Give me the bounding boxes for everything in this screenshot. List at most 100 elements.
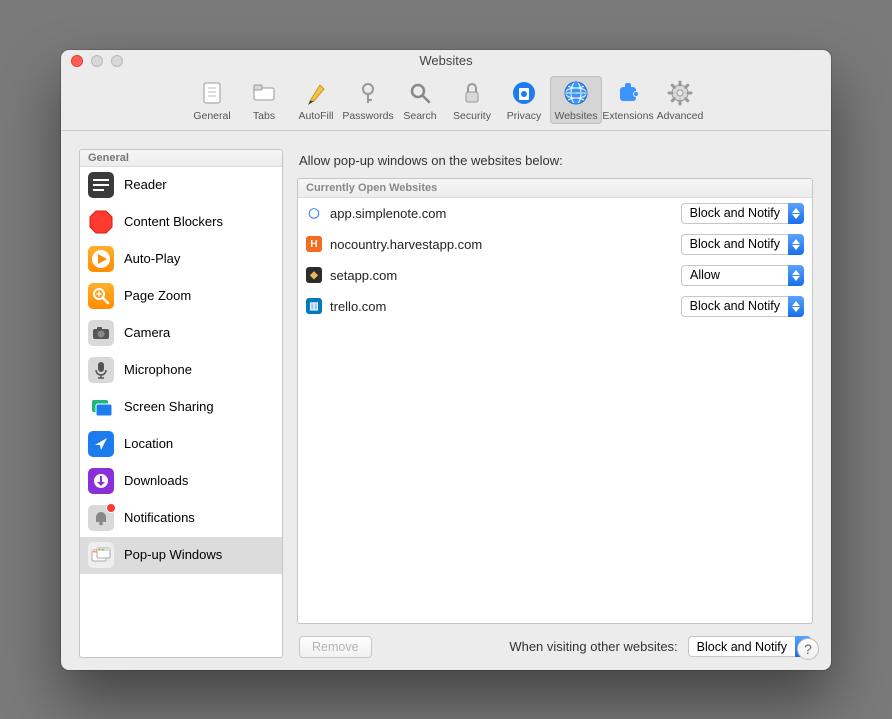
- security-icon: [458, 79, 486, 107]
- default-policy-value: Block and Notify: [688, 636, 795, 657]
- sidebar-item-label: Content Blockers: [124, 214, 223, 229]
- toolbar-tab-general[interactable]: General: [186, 76, 238, 124]
- notification-badge: [106, 503, 116, 513]
- sidebar-item-label: Page Zoom: [124, 288, 191, 303]
- toolbar-tab-label: Advanced: [657, 110, 704, 122]
- sidebar-item-label: Auto-Play: [124, 251, 180, 266]
- reader-icon: [88, 172, 114, 198]
- sidebar-item-camera[interactable]: Camera: [80, 315, 282, 352]
- window-title: Websites: [61, 53, 831, 68]
- sidebar-item-auto-play[interactable]: Auto-Play: [80, 241, 282, 278]
- pop-up-windows-icon: [88, 542, 114, 568]
- sidebar-list: Reader Content Blockers Auto-Play Page Zoom…: [80, 167, 282, 657]
- help-button[interactable]: ?: [797, 638, 819, 660]
- sidebar-item-label: Camera: [124, 325, 170, 340]
- website-row[interactable]: ▥ trello.com Block and Notify: [298, 291, 812, 322]
- remove-button[interactable]: Remove: [299, 636, 372, 658]
- website-host: app.simplenote.com: [330, 206, 673, 221]
- favicon: ◆: [306, 267, 322, 283]
- favicon: H: [306, 236, 322, 252]
- sidebar-item-label: Location: [124, 436, 173, 451]
- table-header: Currently Open Websites: [298, 179, 812, 198]
- favicon: ▥: [306, 298, 322, 314]
- table-rows: ◯ app.simplenote.com Block and Notify H …: [298, 198, 812, 623]
- sidebar-item-content-blockers[interactable]: Content Blockers: [80, 204, 282, 241]
- titlebar: Websites: [61, 50, 831, 72]
- website-host: trello.com: [330, 299, 673, 314]
- sidebar-item-page-zoom[interactable]: Page Zoom: [80, 278, 282, 315]
- sidebar-item-reader[interactable]: Reader: [80, 167, 282, 204]
- general-icon: [198, 79, 226, 107]
- toolbar-tab-passwords[interactable]: Passwords: [342, 76, 394, 124]
- website-row[interactable]: ◆ setapp.com Allow: [298, 260, 812, 291]
- toolbar-tab-label: General: [193, 110, 230, 122]
- favicon: ◯: [306, 205, 322, 221]
- main-panel: Allow pop-up windows on the websites bel…: [297, 149, 813, 658]
- updown-icon: [788, 296, 804, 317]
- policy-select[interactable]: Allow: [681, 265, 804, 286]
- toolbar-tab-autofill[interactable]: AutoFill: [290, 76, 342, 124]
- toolbar-tab-label: Passwords: [342, 110, 393, 122]
- toolbar-tab-privacy[interactable]: Privacy: [498, 76, 550, 124]
- content-area: General Reader Content Blockers Auto-Play P…: [61, 131, 831, 670]
- updown-icon: [788, 265, 804, 286]
- toolbar-tab-label: Extensions: [602, 110, 653, 122]
- settings-sidebar: General Reader Content Blockers Auto-Play P…: [79, 149, 283, 658]
- toolbar-tab-label: Privacy: [507, 110, 541, 122]
- toolbar-tab-security[interactable]: Security: [446, 76, 498, 124]
- tabs-icon: [250, 79, 278, 107]
- sidebar-item-label: Microphone: [124, 362, 192, 377]
- toolbar-tab-search[interactable]: Search: [394, 76, 446, 124]
- camera-icon: [88, 320, 114, 346]
- sidebar-item-microphone[interactable]: Microphone: [80, 352, 282, 389]
- toolbar-tab-label: Websites: [555, 110, 598, 122]
- toolbar-tab-label: Tabs: [253, 110, 275, 122]
- sidebar-item-notifications[interactable]: Notifications: [80, 500, 282, 537]
- auto-play-icon: [88, 246, 114, 272]
- downloads-icon: [88, 468, 114, 494]
- notifications-icon: [88, 505, 114, 531]
- panel-footer: Remove When visiting other websites: Blo…: [297, 624, 813, 658]
- sidebar-item-label: Pop-up Windows: [124, 547, 222, 562]
- updown-icon: [788, 234, 804, 255]
- updown-icon: [788, 203, 804, 224]
- sidebar-item-label: Downloads: [124, 473, 188, 488]
- policy-select[interactable]: Block and Notify: [681, 296, 804, 317]
- toolbar-tab-label: AutoFill: [298, 110, 333, 122]
- sidebar-item-label: Screen Sharing: [124, 399, 214, 414]
- website-host: nocountry.harvestapp.com: [330, 237, 673, 252]
- sidebar-item-screen-sharing[interactable]: Screen Sharing: [80, 389, 282, 426]
- toolbar-tab-advanced[interactable]: Advanced: [654, 76, 706, 124]
- sidebar-item-label: Notifications: [124, 510, 195, 525]
- content-blockers-icon: [88, 209, 114, 235]
- extensions-icon: [614, 79, 642, 107]
- sidebar-header: General: [80, 150, 282, 167]
- website-host: setapp.com: [330, 268, 673, 283]
- websites-table: Currently Open Websites ◯ app.simplenote…: [297, 178, 813, 624]
- website-row[interactable]: ◯ app.simplenote.com Block and Notify: [298, 198, 812, 229]
- preferences-toolbar: General Tabs AutoFill Passwords Search Securi…: [61, 72, 831, 131]
- autofill-icon: [302, 79, 330, 107]
- sidebar-item-pop-up-windows[interactable]: Pop-up Windows: [80, 537, 282, 574]
- toolbar-tab-extensions[interactable]: Extensions: [602, 76, 654, 124]
- policy-select[interactable]: Block and Notify: [681, 203, 804, 224]
- default-policy-select[interactable]: Block and Notify: [688, 636, 811, 657]
- sidebar-item-location[interactable]: Location: [80, 426, 282, 463]
- microphone-icon: [88, 357, 114, 383]
- policy-value: Block and Notify: [681, 234, 788, 255]
- passwords-icon: [354, 79, 382, 107]
- panel-heading: Allow pop-up windows on the websites bel…: [297, 149, 813, 178]
- policy-select[interactable]: Block and Notify: [681, 234, 804, 255]
- policy-value: Block and Notify: [681, 203, 788, 224]
- websites-icon: [562, 79, 590, 107]
- search-icon: [406, 79, 434, 107]
- preferences-window: Websites General Tabs AutoFill Passwords Sea…: [61, 50, 831, 670]
- toolbar-tab-tabs[interactable]: Tabs: [238, 76, 290, 124]
- screen-sharing-icon: [88, 394, 114, 420]
- toolbar-tab-websites[interactable]: Websites: [550, 76, 602, 124]
- toolbar-tab-label: Search: [403, 110, 436, 122]
- website-row[interactable]: H nocountry.harvestapp.com Block and Not…: [298, 229, 812, 260]
- sidebar-item-label: Reader: [124, 177, 167, 192]
- location-icon: [88, 431, 114, 457]
- sidebar-item-downloads[interactable]: Downloads: [80, 463, 282, 500]
